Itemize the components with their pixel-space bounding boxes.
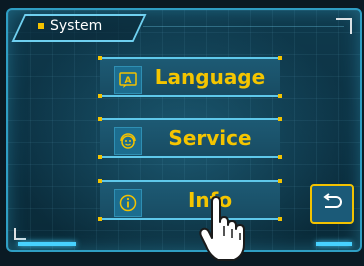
page-title-label: System [50, 18, 103, 34]
button-dot [98, 94, 102, 98]
language-button[interactable]: A Language [98, 56, 282, 98]
bottom-accent-left [18, 242, 76, 246]
service-icon [114, 127, 142, 155]
button-dot [98, 56, 102, 60]
button-dot [98, 179, 102, 183]
service-button[interactable]: Service [98, 117, 282, 159]
bottom-accent-right [316, 242, 352, 246]
corner-mark-bottom-left [14, 228, 26, 240]
corner-mark-top-right [336, 18, 352, 34]
return-arrow-icon [320, 193, 344, 215]
button-dot [278, 56, 282, 60]
header-divider [143, 26, 344, 27]
language-icon: A [114, 66, 142, 94]
button-dot [98, 217, 102, 221]
button-dot [278, 94, 282, 98]
button-dot [278, 117, 282, 121]
back-button[interactable] [310, 184, 354, 224]
info-button[interactable]: Info [98, 179, 282, 221]
title-bullet [38, 23, 44, 29]
pointer-hand-icon [196, 196, 250, 262]
service-button-label: Service [168, 126, 252, 150]
button-dot [98, 117, 102, 121]
button-dot [98, 155, 102, 159]
button-dot [278, 179, 282, 183]
svg-text:A: A [125, 76, 132, 86]
info-icon [114, 189, 142, 217]
button-dot [278, 217, 282, 221]
button-dot [278, 155, 282, 159]
page-title: System [38, 18, 102, 34]
language-button-label: Language [154, 65, 266, 89]
